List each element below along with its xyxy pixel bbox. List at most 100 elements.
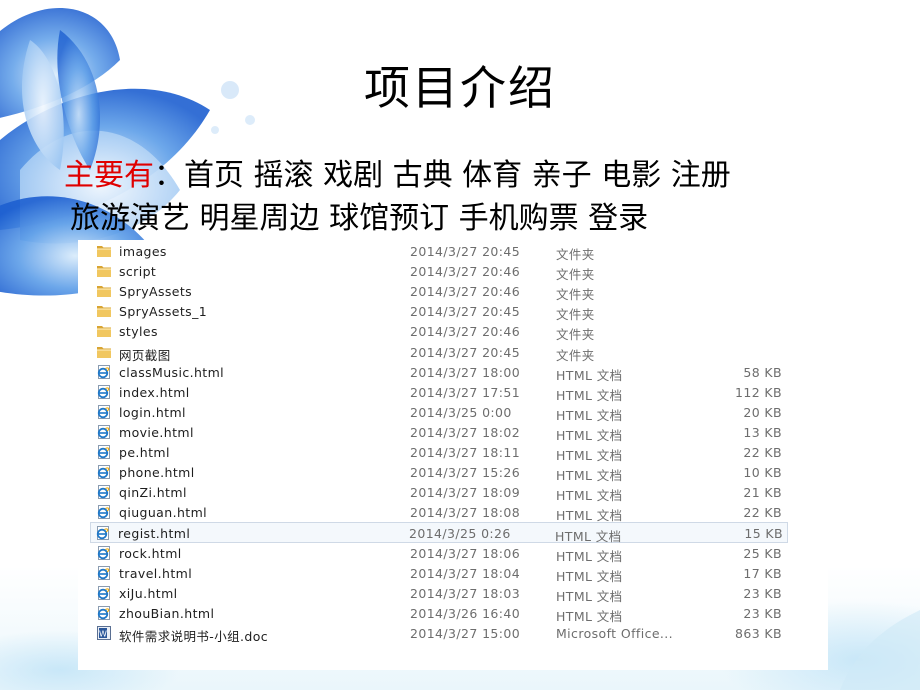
file-name: regist.html bbox=[118, 526, 191, 542]
file-date-modified: 2014/3/27 18:03 bbox=[410, 585, 521, 601]
file-date-modified: 2014/3/27 18:04 bbox=[410, 565, 521, 581]
html-file-icon bbox=[96, 504, 112, 520]
file-row[interactable]: rock.html 2014/3/27 18:06 HTML 文档 25 KB bbox=[92, 543, 786, 564]
html-file-icon bbox=[96, 404, 112, 420]
file-row[interactable]: pe.html 2014/3/27 18:11 HTML 文档 22 KB bbox=[92, 442, 786, 463]
file-explorer-list: images 2014/3/27 20:45 文件夹 script 2014/3/27 … bbox=[78, 240, 828, 670]
file-date-modified: 2014/3/27 18:02 bbox=[410, 424, 521, 440]
file-size: 22 KB bbox=[743, 505, 782, 521]
file-row[interactable]: images 2014/3/27 20:45 文件夹 bbox=[92, 241, 786, 262]
html-file-icon bbox=[96, 464, 112, 480]
file-date-modified: 2014/3/27 18:11 bbox=[410, 445, 521, 460]
file-date-modified: 2014/3/27 18:08 bbox=[410, 505, 521, 521]
file-size: 15 KB bbox=[744, 526, 783, 542]
file-name: travel.html bbox=[119, 565, 193, 581]
folder-icon bbox=[96, 283, 112, 299]
file-name: pe.html bbox=[119, 445, 170, 460]
file-row[interactable]: index.html 2014/3/27 17:51 HTML 文档 112 KB bbox=[92, 382, 786, 403]
file-name: SpryAssets_1 bbox=[119, 304, 208, 320]
file-date-modified: 2014/3/27 15:26 bbox=[410, 465, 521, 481]
file-name: qinZi.html bbox=[119, 485, 187, 501]
file-row[interactable]: qiuguan.html 2014/3/27 18:08 HTML 文档 22 KB bbox=[92, 502, 786, 523]
file-date-modified: 2014/3/27 18:06 bbox=[410, 545, 521, 561]
file-row[interactable]: movie.html 2014/3/27 18:02 HTML 文档 13 KB bbox=[92, 422, 786, 443]
html-file-icon bbox=[96, 545, 112, 561]
file-row[interactable]: qinZi.html 2014/3/27 18:09 HTML 文档 21 KB bbox=[92, 482, 786, 503]
file-name: SpryAssets bbox=[119, 284, 193, 300]
file-name: login.html bbox=[119, 404, 186, 420]
slide: 项目介绍 主要有：首页 摇滚 戏剧 古典 体育 亲子 电影 注册 旅游演艺 明星… bbox=[0, 0, 920, 690]
file-name: xiJu.html bbox=[119, 585, 178, 601]
file-size: 13 KB bbox=[743, 424, 782, 440]
file-row[interactable]: W 软件需求说明书-小组.doc 2014/3/27 15:00 Microsoft … bbox=[92, 623, 786, 644]
file-row[interactable]: 网页截图 2014/3/27 20:45 文件夹 bbox=[92, 342, 786, 363]
file-name: zhouBian.html bbox=[119, 605, 215, 621]
intro-colon: ： bbox=[154, 158, 184, 193]
folder-icon bbox=[96, 303, 112, 319]
file-date-modified: 2014/3/26 16:40 bbox=[410, 605, 521, 621]
file-name: movie.html bbox=[119, 424, 194, 440]
file-row[interactable]: phone.html 2014/3/27 15:26 HTML 文档 10 KB bbox=[92, 462, 786, 483]
file-size: 23 KB bbox=[743, 585, 782, 601]
file-size: 17 KB bbox=[743, 565, 782, 581]
feature-list-line-2: 旅游演艺 明星周边 球馆预订 手机购票 登录 bbox=[70, 201, 649, 236]
file-size: 25 KB bbox=[743, 545, 782, 561]
file-row[interactable]: SpryAssets_1 2014/3/27 20:45 文件夹 bbox=[92, 301, 786, 322]
file-size: 10 KB bbox=[743, 465, 782, 481]
svg-text:W: W bbox=[99, 629, 107, 638]
file-name: index.html bbox=[119, 384, 190, 400]
file-name: images bbox=[119, 244, 167, 259]
folder-icon bbox=[96, 263, 112, 279]
file-date-modified: 2014/3/27 20:45 bbox=[410, 244, 521, 259]
file-date-modified: 2014/3/25 0:26 bbox=[409, 526, 511, 542]
intro-label: 主要有 bbox=[64, 158, 154, 193]
folder-icon bbox=[96, 323, 112, 339]
slide-title: 项目介绍 bbox=[364, 61, 556, 115]
file-date-modified: 2014/3/27 17:51 bbox=[410, 384, 521, 400]
html-file-icon bbox=[96, 364, 112, 380]
file-size: 58 KB bbox=[743, 364, 782, 380]
folder-icon bbox=[96, 344, 112, 360]
html-file-icon bbox=[96, 484, 112, 500]
html-file-icon bbox=[96, 565, 112, 581]
file-row[interactable]: travel.html 2014/3/27 18:04 HTML 文档 17 KB bbox=[92, 563, 786, 584]
file-row[interactable]: styles 2014/3/27 20:46 文件夹 bbox=[92, 321, 786, 342]
file-name: phone.html bbox=[119, 465, 195, 481]
file-name: styles bbox=[119, 324, 158, 340]
file-size: 23 KB bbox=[743, 605, 782, 621]
html-file-icon bbox=[96, 384, 112, 400]
file-name: script bbox=[119, 264, 157, 280]
file-date-modified: 2014/3/27 20:46 bbox=[410, 264, 521, 280]
file-name: rock.html bbox=[119, 545, 182, 561]
feature-list-line-1: 主要有：首页 摇滚 戏剧 古典 体育 亲子 电影 注册 bbox=[64, 150, 731, 194]
html-file-icon bbox=[96, 585, 112, 601]
file-size: 21 KB bbox=[743, 485, 782, 501]
file-row[interactable]: script 2014/3/27 20:46 文件夹 bbox=[92, 261, 786, 282]
file-date-modified: 2014/3/27 18:09 bbox=[410, 485, 521, 501]
file-row[interactable]: classMusic.html 2014/3/27 18:00 HTML 文档 58 … bbox=[92, 362, 786, 383]
file-date-modified: 2014/3/27 18:00 bbox=[410, 364, 521, 380]
file-row[interactable]: regist.html 2014/3/25 0:26 HTML 文档 15 KB bbox=[90, 522, 788, 544]
html-file-icon bbox=[95, 525, 111, 541]
file-row[interactable]: SpryAssets 2014/3/27 20:46 文件夹 bbox=[92, 281, 786, 302]
html-file-icon bbox=[96, 424, 112, 440]
file-size: 112 KB bbox=[734, 384, 782, 400]
file-name: 软件需求说明书-小组.doc bbox=[119, 628, 269, 644]
file-name: qiuguan.html bbox=[119, 505, 208, 521]
file-size: 863 KB bbox=[734, 625, 782, 641]
file-name: classMusic.html bbox=[119, 364, 225, 380]
html-file-icon bbox=[96, 605, 112, 621]
file-row[interactable]: zhouBian.html 2014/3/26 16:40 HTML 文档 23 KB bbox=[92, 603, 786, 624]
file-date-modified: 2014/3/25 0:00 bbox=[410, 404, 512, 420]
file-date-modified: 2014/3/27 20:45 bbox=[410, 304, 521, 320]
word-doc-icon: W bbox=[96, 625, 112, 641]
file-size: 20 KB bbox=[743, 404, 782, 420]
file-date-modified: 2014/3/27 20:46 bbox=[410, 284, 521, 300]
file-date-modified: 2014/3/27 15:00 bbox=[410, 625, 521, 641]
file-row[interactable]: login.html 2014/3/25 0:00 HTML 文档 20 KB bbox=[92, 402, 786, 423]
file-date-modified: 2014/3/27 20:45 bbox=[410, 344, 521, 360]
feature-items-1: 首页 摇滚 戏剧 古典 体育 亲子 电影 注册 bbox=[184, 158, 731, 193]
file-row[interactable]: xiJu.html 2014/3/27 18:03 HTML 文档 23 KB bbox=[92, 583, 786, 604]
folder-icon bbox=[96, 243, 112, 259]
file-type: Microsoft Office... bbox=[556, 625, 674, 641]
